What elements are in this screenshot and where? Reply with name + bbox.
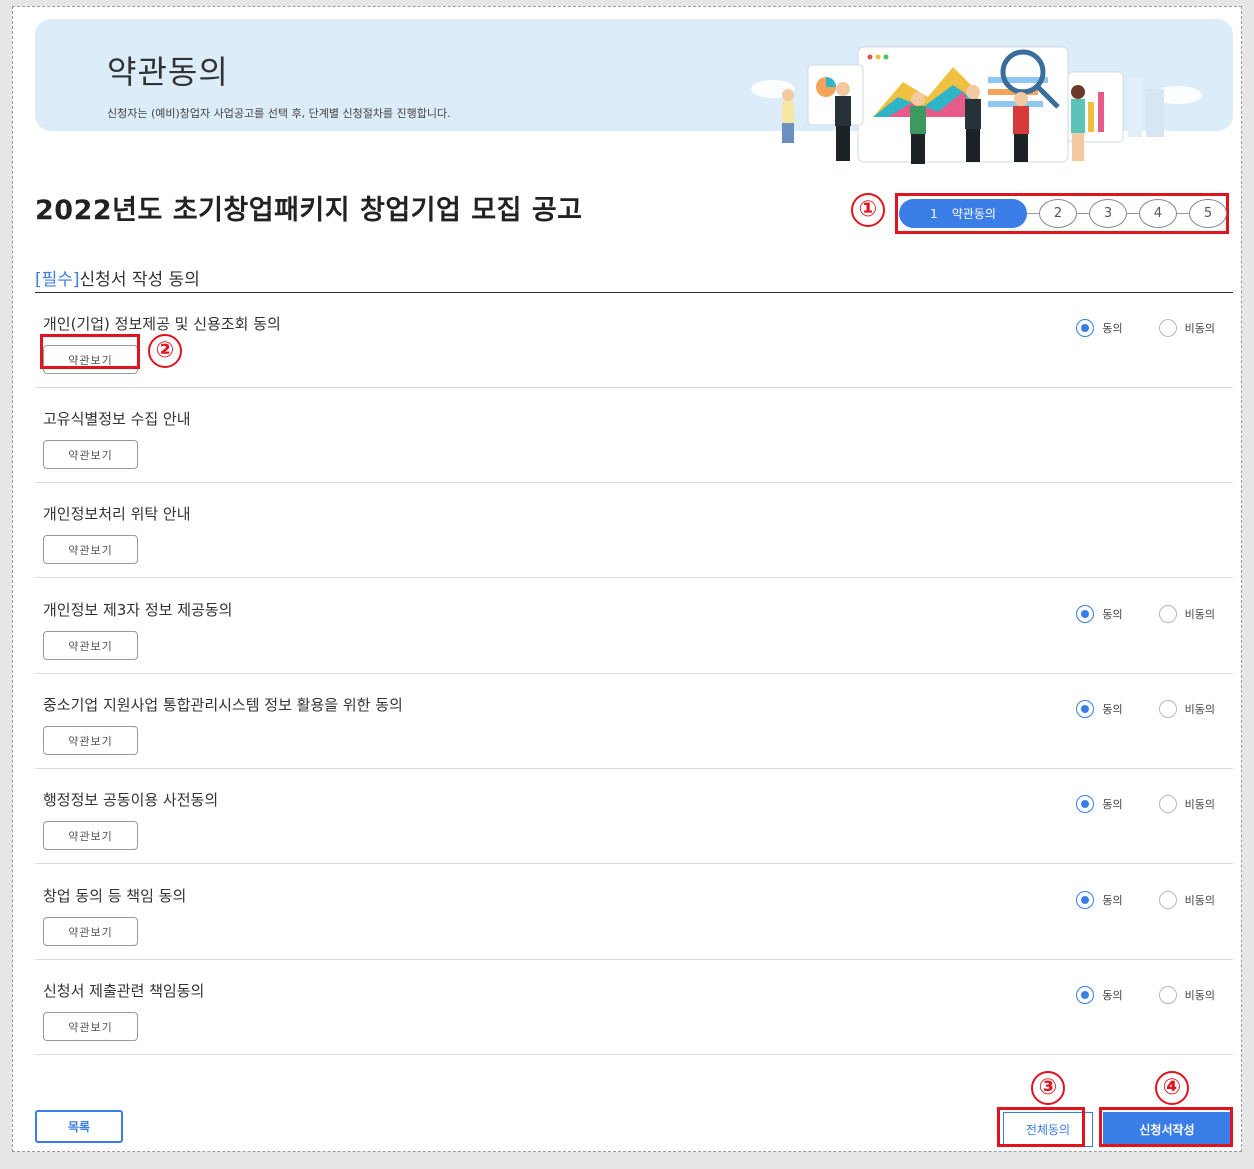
annotation-marker-4: ④ (1155, 1071, 1189, 1105)
consent-radio-group: 동의 비동의 (1076, 319, 1215, 337)
step-indicator: 1 약관동의 2 3 4 5 (899, 196, 1227, 231)
step-2[interactable]: 2 (1039, 199, 1077, 228)
view-terms-button[interactable]: 약관보기 (43, 821, 138, 850)
section-title: 신청서 작성 동의 (79, 270, 200, 290)
consent-row-outsourcing: 개인정보처리 위탁 안내 약관보기 (35, 483, 1233, 578)
view-terms-button[interactable]: 약관보기 (43, 1012, 138, 1041)
consent-row-sme-system: 중소기업 지원사업 통합관리시스템 정보 활용을 위한 동의 약관보기 동의 비… (35, 674, 1233, 769)
banner-subtitle: 신청자는 (예비)창업자 사업공고를 선택 후, 단계별 신청절차를 진행합니다… (107, 107, 451, 120)
view-terms-button[interactable]: 약관보기 (43, 631, 138, 660)
agree-radio[interactable] (1076, 700, 1095, 718)
consent-label: 개인(기업) 정보제공 및 신용조회 동의 (43, 315, 281, 333)
agree-label: 동의 (1102, 322, 1123, 335)
consent-radio-group: 동의 비동의 (1076, 891, 1215, 909)
consent-row-unique-id: 고유식별정보 수집 안내 약관보기 (35, 388, 1233, 483)
disagree-radio[interactable] (1158, 700, 1177, 718)
agree-radio[interactable] (1076, 605, 1095, 623)
disagree-label: 비동의 (1184, 703, 1215, 716)
consent-row-credit-inquiry: 개인(기업) 정보제공 및 신용조회 동의 약관보기 동의 비동의 (35, 293, 1233, 388)
disagree-label: 비동의 (1184, 322, 1215, 335)
disagree-label: 비동의 (1184, 608, 1215, 621)
consent-label: 개인정보처리 위탁 안내 (43, 505, 191, 523)
step-4[interactable]: 4 (1139, 199, 1177, 228)
notice-title: 2022년도 초기창업패키지 창업기업 모집 공고 (35, 195, 583, 226)
annotation-highlight-view-terms (40, 334, 140, 369)
view-terms-button[interactable]: 약관보기 (43, 440, 138, 469)
consent-radio-group: 동의 비동의 (1076, 605, 1215, 623)
people-with-charts-illustration (751, 46, 1202, 164)
disagree-radio[interactable] (1158, 891, 1177, 909)
agree-radio[interactable] (1076, 986, 1095, 1004)
consent-label: 개인정보 제3자 정보 제공동의 (43, 601, 233, 619)
agree-label: 동의 (1102, 989, 1123, 1002)
disagree-label: 비동의 (1184, 989, 1215, 1002)
step-1-number: 1 (930, 206, 938, 221)
consent-label: 행정정보 공동이용 사전동의 (43, 791, 219, 809)
annotation-marker-1: ① (851, 193, 885, 227)
consent-row-startup-responsibility: 창업 동의 등 책임 동의 약관보기 동의 비동의 (35, 865, 1233, 960)
disagree-label: 비동의 (1184, 798, 1215, 811)
disagree-radio[interactable] (1158, 986, 1177, 1004)
step-connector (1077, 213, 1089, 214)
agree-label: 동의 (1102, 703, 1123, 716)
consent-row-third-party: 개인정보 제3자 정보 제공동의 약관보기 동의 비동의 (35, 579, 1233, 674)
disagree-radio[interactable] (1158, 795, 1177, 813)
consent-radio-group: 동의 비동의 (1076, 986, 1215, 1004)
consent-row-submission-responsibility: 신청서 제출관련 책임동의 약관보기 동의 비동의 (35, 960, 1233, 1055)
disagree-radio[interactable] (1158, 319, 1177, 337)
consent-radio-group: 동의 비동의 (1076, 795, 1215, 813)
annotation-marker-2: ② (148, 334, 182, 368)
step-connector (1177, 213, 1189, 214)
consent-label: 고유식별정보 수집 안내 (43, 410, 191, 428)
section-heading: [필수]신청서 작성 동의 (35, 265, 200, 290)
agree-label: 동의 (1102, 798, 1123, 811)
required-tag: [필수] (35, 270, 80, 290)
step-1-active[interactable]: 1 약관동의 (899, 199, 1027, 228)
consent-row-admin-info: 행정정보 공동이용 사전동의 약관보기 동의 비동의 (35, 769, 1233, 864)
view-terms-button[interactable]: 약관보기 (43, 917, 138, 946)
consent-radio-group: 동의 비동의 (1076, 700, 1215, 718)
banner-title: 약관동의 (107, 53, 229, 91)
annotation-highlight-write (1099, 1107, 1233, 1147)
agree-radio[interactable] (1076, 795, 1095, 813)
disagree-label: 비동의 (1184, 894, 1215, 907)
view-terms-button[interactable]: 약관보기 (43, 726, 138, 755)
list-button[interactable]: 목록 (35, 1110, 123, 1143)
step-3[interactable]: 3 (1089, 199, 1127, 228)
agree-radio[interactable] (1076, 319, 1095, 337)
annotation-marker-3: ③ (1031, 1071, 1065, 1105)
step-5[interactable]: 5 (1189, 199, 1227, 228)
consent-label: 신청서 제출관련 책임동의 (43, 982, 205, 1000)
step-connector (1027, 213, 1039, 214)
page-frame: 약관동의 신청자는 (예비)창업자 사업공고를 선택 후, 단계별 신청절차를 … (12, 6, 1242, 1152)
step-connector (1127, 213, 1139, 214)
disagree-radio[interactable] (1158, 605, 1177, 623)
agree-label: 동의 (1102, 894, 1123, 907)
consent-label: 창업 동의 등 책임 동의 (43, 887, 187, 905)
agree-label: 동의 (1102, 608, 1123, 621)
annotation-highlight-agree-all (997, 1107, 1085, 1147)
consent-label: 중소기업 지원사업 통합관리시스템 정보 활용을 위한 동의 (43, 696, 403, 714)
agree-radio[interactable] (1076, 891, 1095, 909)
view-terms-button[interactable]: 약관보기 (43, 535, 138, 564)
step-1-label: 약관동의 (951, 207, 996, 221)
